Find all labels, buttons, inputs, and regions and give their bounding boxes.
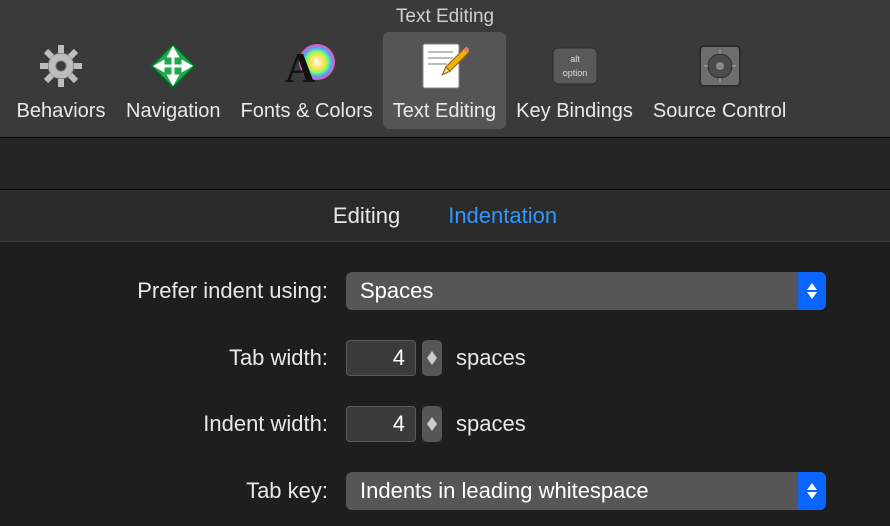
toolbar-item-key-bindings[interactable]: alt option Key Bindings: [506, 32, 643, 129]
indentation-form: Prefer indent using: Spaces Tab width: 4…: [0, 242, 890, 510]
subtab-indentation[interactable]: Indentation: [448, 203, 557, 229]
toolbar-item-source-control[interactable]: Source Control: [643, 32, 796, 129]
tab-key-value: Indents in leading whitespace: [360, 478, 649, 504]
toolbar-item-fonts-colors[interactable]: A Fonts & Colors: [231, 32, 383, 129]
prefer-indent-label: Prefer indent using:: [16, 278, 346, 304]
row-indent-width: Indent width: 4 spaces: [16, 406, 874, 442]
toolbar-item-text-editing[interactable]: Text Editing: [383, 32, 506, 129]
tab-width-suffix: spaces: [456, 345, 526, 371]
tab-key-select[interactable]: Indents in leading whitespace: [346, 472, 826, 510]
prefer-indent-select[interactable]: Spaces: [346, 272, 826, 310]
chevron-up-down-icon: [798, 272, 826, 310]
gear-icon: [31, 38, 91, 94]
svg-text:A: A: [285, 46, 316, 92]
indent-width-suffix: spaces: [456, 411, 526, 437]
toolbar-item-label: Source Control: [653, 100, 786, 123]
indent-width-label: Indent width:: [16, 411, 346, 437]
tab-width-input[interactable]: 4: [346, 340, 416, 376]
fonts-colors-icon: A: [277, 38, 337, 94]
tab-key-label: Tab key:: [16, 478, 346, 504]
toolbar-shadow-strip: [0, 138, 890, 190]
navigation-icon: [143, 38, 203, 94]
tab-width-value: 4: [393, 345, 405, 371]
prefer-indent-value: Spaces: [360, 278, 433, 304]
toolbar-item-label: Fonts & Colors: [241, 100, 373, 123]
subtab-editing[interactable]: Editing: [333, 203, 400, 229]
vault-icon: [690, 38, 750, 94]
preferences-toolbar: Behaviors Navigation: [0, 32, 890, 138]
toolbar-item-behaviors[interactable]: Behaviors: [6, 32, 116, 129]
row-tab-width: Tab width: 4 spaces: [16, 340, 874, 376]
chevron-up-down-icon: [798, 472, 826, 510]
tab-width-label: Tab width:: [16, 345, 346, 371]
subtab-bar: Editing Indentation: [0, 190, 890, 242]
toolbar-item-label: Text Editing: [393, 100, 496, 123]
row-prefer-indent: Prefer indent using: Spaces: [16, 272, 874, 310]
indent-width-value: 4: [393, 411, 405, 437]
tab-width-stepper[interactable]: [422, 340, 442, 376]
indent-width-input[interactable]: 4: [346, 406, 416, 442]
indent-width-stepper[interactable]: [422, 406, 442, 442]
row-tab-key: Tab key: Indents in leading whitespace: [16, 472, 874, 510]
toolbar-item-label: Navigation: [126, 100, 221, 123]
svg-text:alt: alt: [570, 54, 580, 64]
text-editing-icon: [414, 38, 474, 94]
svg-text:option: option: [562, 68, 587, 78]
toolbar-item-label: Key Bindings: [516, 100, 633, 123]
toolbar-item-label: Behaviors: [17, 100, 106, 123]
window-title: Text Editing: [0, 0, 890, 32]
key-bindings-icon: alt option: [545, 38, 605, 94]
toolbar-item-navigation[interactable]: Navigation: [116, 32, 231, 129]
